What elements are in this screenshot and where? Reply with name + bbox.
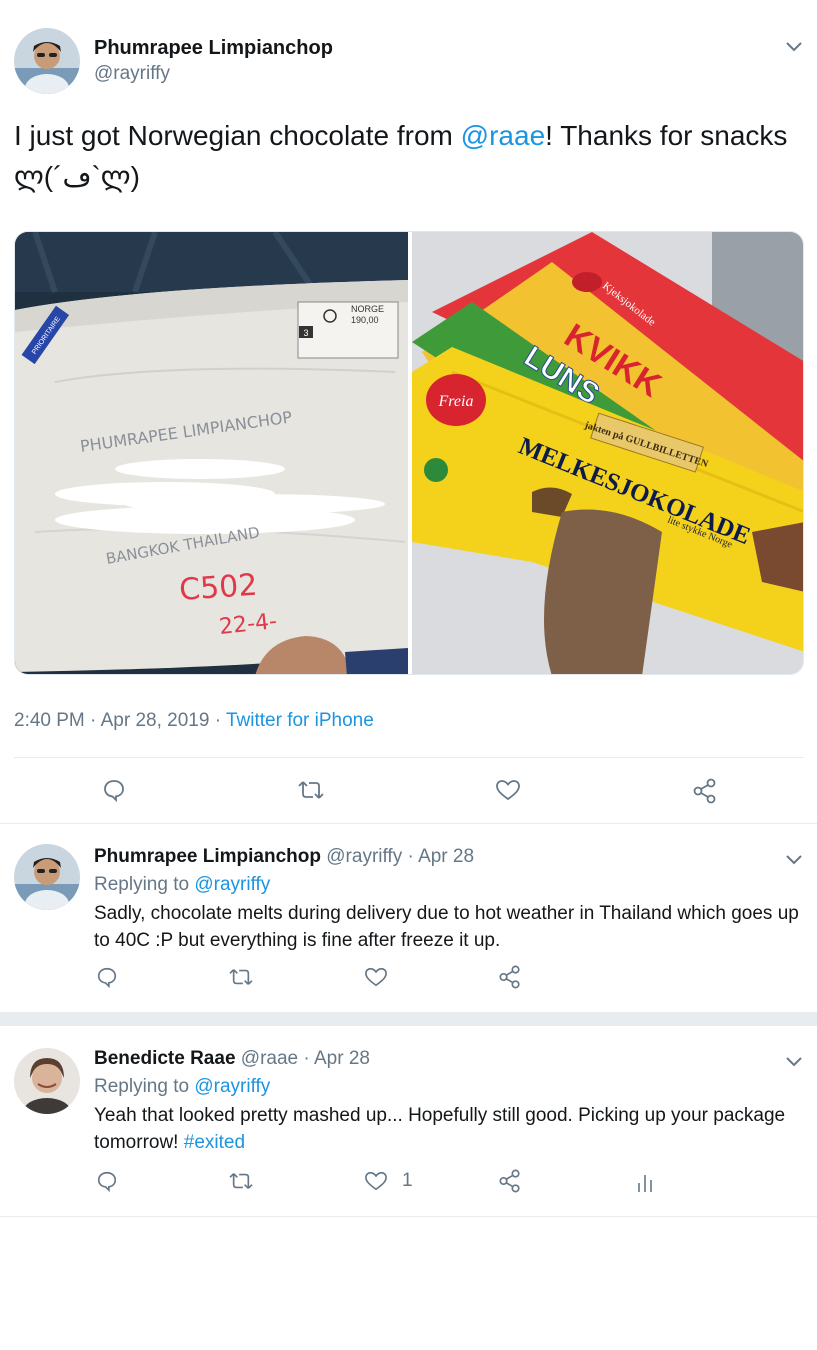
- like-count: 1: [402, 1170, 413, 1191]
- reply-text: Yeah that looked pretty mashed up... Hop…: [94, 1102, 806, 1156]
- tweet-text-part: I just got Norwegian chocolate from: [14, 120, 461, 151]
- photo-envelope[interactable]: 3 NORGE 190,00 PRIORITAIRE PHUMRAPEE LIM…: [15, 232, 408, 674]
- retweet-icon: [229, 966, 253, 988]
- reply-button[interactable]: [96, 1170, 118, 1192]
- retweet-icon: [298, 778, 324, 802]
- author-avatar[interactable]: [14, 28, 80, 94]
- like-button[interactable]: [364, 966, 388, 988]
- author-handle[interactable]: @rayriffy: [94, 63, 170, 85]
- reply-icon: [96, 966, 118, 988]
- reply-tweet: Benedicte Raae @raae · Apr 28 Replying t…: [0, 1026, 817, 1216]
- retweet-button[interactable]: [298, 778, 324, 802]
- analytics-button[interactable]: [636, 1171, 654, 1193]
- replying-label: Replying to: [94, 1076, 195, 1097]
- replying-to: Replying to @rayriffy: [94, 1076, 270, 1098]
- meta-separator: ·: [214, 710, 222, 731]
- reply-header: Phumrapee Limpianchop @rayriffy · Apr 28: [94, 846, 474, 868]
- share-icon: [692, 778, 718, 804]
- reply-handle[interactable]: @rayriffy: [326, 846, 402, 867]
- like-icon: [364, 1170, 388, 1192]
- meta-separator: ·: [303, 1048, 310, 1069]
- analytics-icon: [636, 1171, 654, 1193]
- like-button[interactable]: 1: [364, 1170, 413, 1192]
- hashtag-link[interactable]: #exited: [184, 1132, 245, 1153]
- retweet-icon: [229, 1170, 253, 1192]
- reply-handle[interactable]: @raae: [241, 1048, 298, 1069]
- reply-author-name[interactable]: Benedicte Raae: [94, 1048, 236, 1069]
- tweet-time[interactable]: 2:40 PM: [14, 710, 85, 731]
- share-icon: [498, 965, 522, 989]
- share-button[interactable]: [498, 1169, 522, 1193]
- share-button[interactable]: [498, 965, 522, 989]
- replying-to: Replying to @rayriffy: [94, 874, 270, 896]
- tweet-media: 3 NORGE 190,00 PRIORITAIRE PHUMRAPEE LIM…: [14, 231, 804, 675]
- main-tweet: Phumrapee Limpianchop @rayriffy I just g…: [0, 0, 817, 823]
- like-icon: [364, 966, 388, 988]
- replying-label: Replying to: [94, 874, 195, 895]
- tweet-date[interactable]: Apr 28, 2019: [101, 710, 210, 731]
- author-name[interactable]: Phumrapee Limpianchop: [94, 37, 333, 60]
- reply-author-name[interactable]: Phumrapee Limpianchop: [94, 846, 321, 867]
- brand-logo: Freia: [438, 393, 474, 410]
- retweet-button[interactable]: [229, 966, 253, 988]
- reply-tweet: Phumrapee Limpianchop @rayriffy · Apr 28…: [0, 824, 817, 1012]
- divider: [0, 1216, 817, 1217]
- mention-link[interactable]: @raae: [461, 120, 545, 151]
- stamp-box-number: 3: [303, 328, 308, 338]
- envelope-room: C502: [178, 568, 258, 608]
- thread-gap: [0, 1012, 817, 1026]
- like-icon: [495, 778, 521, 802]
- reply-button[interactable]: [96, 966, 118, 988]
- reply-avatar[interactable]: [14, 844, 80, 910]
- tweet-source[interactable]: Twitter for iPhone: [226, 710, 374, 731]
- replying-to-link[interactable]: @rayriffy: [194, 874, 270, 895]
- divider: [14, 757, 804, 758]
- reply-button[interactable]: [102, 778, 126, 802]
- reply-icon: [102, 778, 126, 802]
- retweet-button[interactable]: [229, 1170, 253, 1192]
- meta-separator: ·: [90, 710, 97, 731]
- reply-avatar[interactable]: [14, 1048, 80, 1114]
- chevron-down-icon[interactable]: [784, 852, 804, 866]
- reply-header: Benedicte Raae @raae · Apr 28: [94, 1048, 370, 1070]
- tweet-text: I just got Norwegian chocolate from @raa…: [14, 115, 794, 197]
- stamp-value: 190,00: [351, 315, 379, 325]
- photo-chocolate[interactable]: KVIKK LUNS Kjeksjokolade Freia MELKESJOK…: [412, 232, 803, 674]
- reply-date[interactable]: Apr 28: [418, 846, 474, 867]
- replying-to-link[interactable]: @rayriffy: [194, 1076, 270, 1097]
- meta-separator: ·: [407, 846, 414, 867]
- tweet-meta: 2:40 PM · Apr 28, 2019 · Twitter for iPh…: [14, 710, 374, 732]
- chevron-down-icon[interactable]: [784, 1054, 804, 1068]
- stamp-country: NORGE: [351, 304, 384, 314]
- reply-text: Sadly, chocolate melts during delivery d…: [94, 903, 799, 951]
- chevron-down-icon[interactable]: [784, 39, 804, 53]
- reply-icon: [96, 1170, 118, 1192]
- like-button[interactable]: [495, 778, 521, 802]
- reply-date[interactable]: Apr 28: [314, 1048, 370, 1069]
- share-button[interactable]: [692, 778, 718, 804]
- share-icon: [498, 1169, 522, 1193]
